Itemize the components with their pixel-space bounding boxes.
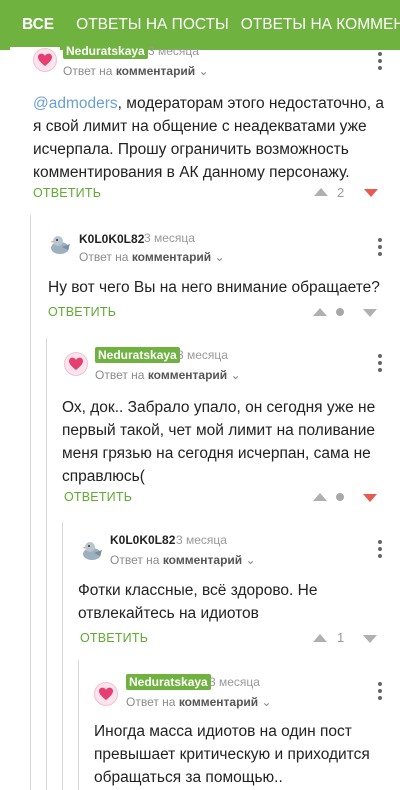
author-name[interactable]: Neduratskaya [126, 674, 211, 690]
comment-time: 3 месяца [148, 44, 199, 58]
chevron-down-icon: ⌄ [214, 250, 225, 264]
more-options-icon[interactable] [373, 52, 387, 70]
avatar[interactable] [94, 682, 118, 706]
comment-text: Ох, док.. Забрало упало, он сегодня уже … [62, 399, 376, 485]
more-options-icon[interactable] [373, 540, 387, 558]
comment: Neduratskaya 3 месяца Ответ на комментар… [0, 40, 400, 215]
vote-score: 1 [337, 630, 345, 645]
avatar[interactable] [48, 232, 72, 256]
avatar[interactable] [64, 352, 88, 376]
comment: Neduratskaya 3 месяца Ответ на комментар… [47, 342, 400, 517]
reply-to-label[interactable]: Ответ на комментарий ⌄ [79, 250, 225, 264]
avatar[interactable] [80, 538, 104, 562]
reply-to-label[interactable]: Ответ на комментарий ⌄ [110, 553, 256, 567]
reply-button[interactable]: ОТВЕТИТЬ [48, 305, 116, 319]
vote-score: 2 [337, 185, 345, 200]
author-name[interactable]: K0L0K0L82 [79, 232, 144, 246]
heart-icon [69, 357, 83, 370]
comment-text: Фотки классные, всё здорово. Не отвлекай… [78, 582, 318, 622]
reply-to-label[interactable]: Ответ на комментарий ⌄ [95, 368, 241, 382]
comment: Neduratskaya 3 месяца Ответ на комментар… [79, 668, 400, 790]
reply-button[interactable]: ОТВЕТИТЬ [33, 186, 101, 200]
downvote-icon[interactable] [363, 494, 377, 502]
comment-text: Иногда масса идиотов на один пост превыш… [94, 723, 370, 786]
mention-link[interactable]: @admoders [33, 95, 118, 112]
reply-button[interactable]: ОТВЕТИТЬ [64, 490, 132, 504]
comment-text: Ну вот чего Вы на него внимание обращает… [48, 279, 380, 296]
comment: K0L0K0L82 3 месяца Ответ на комментарий … [31, 222, 400, 337]
author-name[interactable]: Neduratskaya [63, 43, 148, 59]
comment-time: 3 месяца [176, 533, 227, 547]
downvote-icon[interactable] [364, 189, 378, 197]
upvote-icon[interactable] [313, 493, 327, 501]
avatar[interactable] [33, 48, 57, 72]
vote-score-dot [336, 308, 344, 316]
more-options-icon[interactable] [373, 238, 387, 256]
author-name[interactable]: Neduratskaya [95, 347, 180, 363]
heart-icon [38, 53, 52, 66]
upvote-icon[interactable] [314, 188, 328, 196]
comment-time: 3 месяца [209, 675, 260, 689]
author-name[interactable]: K0L0K0L82 [110, 533, 175, 547]
chevron-down-icon: ⌄ [261, 695, 272, 709]
chevron-down-icon: ⌄ [245, 553, 256, 567]
reply-to-label[interactable]: Ответ на комментарий ⌄ [63, 64, 209, 78]
comment-time: 3 месяца [144, 231, 195, 245]
reply-to-label[interactable]: Ответ на комментарий ⌄ [126, 695, 272, 709]
heart-icon [99, 687, 113, 700]
comment-time: 3 месяца [177, 348, 228, 362]
more-options-icon[interactable] [373, 682, 387, 700]
more-options-icon[interactable] [373, 354, 387, 372]
downvote-icon[interactable] [363, 635, 377, 643]
upvote-icon[interactable] [313, 308, 327, 316]
downvote-icon[interactable] [363, 309, 377, 317]
chevron-down-icon: ⌄ [230, 368, 241, 382]
chevron-down-icon: ⌄ [198, 64, 209, 78]
comment-text: @admoders, модераторам этого недостаточн… [33, 95, 385, 181]
upvote-icon[interactable] [313, 634, 327, 642]
reply-button[interactable]: ОТВЕТИТЬ [80, 631, 148, 645]
comment: K0L0K0L82 3 месяца Ответ на комментарий … [63, 528, 400, 653]
vote-score-dot [336, 493, 344, 501]
